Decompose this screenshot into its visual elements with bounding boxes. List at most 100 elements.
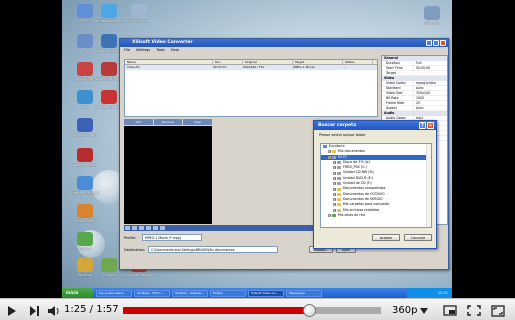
- desktop-icon[interactable]: Adobe Reader: [70, 148, 100, 167]
- property-name: Bit Rate: [382, 96, 414, 100]
- expand-icon: [467, 305, 481, 316]
- tree-scrollbar[interactable]: [426, 144, 431, 227]
- expand-icon[interactable]: +: [333, 166, 336, 170]
- quality-selector[interactable]: 360p: [392, 304, 430, 317]
- file-name: Video.flv: [127, 65, 140, 69]
- fullscreen-button[interactable]: [490, 304, 506, 317]
- desktop-icon-label: Adobe Reader: [72, 163, 98, 167]
- cancel-button[interactable]: Cancelar: [404, 234, 432, 241]
- taskbar-task[interactable]: Untitled - Snapsh...: [172, 289, 208, 297]
- menu-item[interactable]: Tools: [156, 48, 165, 52]
- expand-icon[interactable]: +: [328, 214, 331, 217]
- column-header[interactable]: Original: [243, 60, 293, 64]
- column-header[interactable]: Status: [343, 60, 373, 64]
- taskbar-task[interactable]: YouTube - FSP C...: [134, 289, 170, 297]
- folder-tree-item[interactable]: + Mis sitios de red: [321, 213, 431, 218]
- expand-icon[interactable]: +: [333, 176, 336, 180]
- desktop-icon[interactable]: Papelera: [417, 6, 447, 25]
- property-value: Full: [416, 61, 422, 65]
- property-name: Standard: [382, 86, 414, 90]
- expand-icon[interactable]: +: [328, 155, 331, 159]
- column-header[interactable]: Target: [293, 60, 343, 64]
- quality-label: 360p: [392, 305, 418, 316]
- expand-icon[interactable]: +: [333, 187, 336, 191]
- folder-tree[interactable]: Escritorio + Mis documentos + Mi PC + Disco de…: [320, 143, 432, 228]
- taskbar-task[interactable]: Xilisoft Video Co...: [248, 289, 284, 297]
- system-tray: 12:31: [407, 288, 452, 298]
- folder-icon: [337, 208, 341, 212]
- time-readout: 1:25 / 1:57: [64, 303, 119, 317]
- tool-icon[interactable]: [139, 226, 144, 230]
- video-player: Mi PCWindows Live MessengerQuick TimeMTV…: [0, 0, 515, 320]
- list-actions: Add Remove Clear: [124, 119, 213, 125]
- folder-tree-items: Escritorio + Mis documentos + Mi PC + Disco de…: [321, 144, 431, 218]
- close-icon[interactable]: [440, 40, 446, 46]
- desktop-icon[interactable]: Microsoft Word: [70, 118, 100, 137]
- desktop-icon-image: [131, 4, 147, 18]
- profile-select[interactable]: MPEG-1 Movie (*.mpg): [142, 234, 202, 241]
- expand-icon[interactable]: +: [328, 150, 331, 154]
- property-name: Duration: [382, 61, 414, 65]
- destination-input[interactable]: C:\Documents and Settings\BRUNO\Mis docu…: [148, 246, 278, 253]
- tool-icon[interactable]: [153, 226, 158, 230]
- next-button[interactable]: [28, 304, 40, 317]
- expand-icon[interactable]: +: [333, 192, 336, 196]
- desktop-icon[interactable]: Internet Explorer: [70, 176, 100, 195]
- desktop-icon-label: Windows Live Messenger: [94, 19, 124, 23]
- menu-item[interactable]: Settings: [136, 48, 150, 52]
- volume-button[interactable]: [46, 304, 60, 317]
- menu-item[interactable]: Help: [171, 48, 179, 52]
- tool-icon[interactable]: [146, 226, 151, 230]
- expand-icon[interactable]: +: [333, 198, 336, 202]
- taskbar-task[interactable]: Firefox: [210, 289, 246, 297]
- dialog-titlebar[interactable]: Buscar carpeta ? ✕: [314, 121, 436, 130]
- video-frame[interactable]: Mi PCWindows Live MessengerQuick TimeMTV…: [62, 0, 452, 295]
- popout-button[interactable]: [442, 304, 458, 317]
- file-list[interactable]: Name Dur. Original Target Status Video.flv 0…: [124, 59, 378, 117]
- tool-icon[interactable]: [125, 226, 130, 230]
- file-row[interactable]: Video.flv 00:03:07 640x360 / FLV MPEG-1 …: [125, 65, 377, 70]
- desktop-icon[interactable]: Windows Live Messenger: [94, 4, 124, 23]
- taskbar-task[interactable]: my-screen-team: [96, 289, 132, 297]
- converter-titlebar[interactable]: Xilisoft Video Converter: [120, 39, 448, 47]
- next-icon: [29, 305, 39, 316]
- desktop-icon[interactable]: Mozilla Firefox: [70, 204, 100, 223]
- menu-item[interactable]: File: [124, 48, 130, 52]
- scrubber-handle[interactable]: [303, 304, 316, 317]
- desktop-icon-image: [77, 258, 93, 272]
- player-controls: 1:25 / 1:57 360p: [0, 298, 515, 320]
- maximize-icon[interactable]: [433, 40, 439, 46]
- column-header[interactable]: Name: [125, 60, 213, 64]
- desktop-icon-image: [101, 258, 117, 272]
- progress-bar[interactable]: [123, 304, 381, 317]
- start-button[interactable]: Inicio: [62, 288, 94, 298]
- desktop-icon[interactable]: uTorrent: [70, 232, 100, 251]
- expand-icon[interactable]: +: [333, 208, 336, 212]
- list-action-button[interactable]: Add: [124, 119, 153, 125]
- expand-icon[interactable]: +: [333, 161, 336, 165]
- folder-icon: [332, 150, 336, 154]
- list-action-button[interactable]: Clear: [183, 119, 213, 125]
- large-player-button[interactable]: [466, 304, 482, 317]
- taskbar-task[interactable]: Messenger: [286, 289, 322, 297]
- tool-icon[interactable]: [160, 226, 165, 230]
- minimize-icon[interactable]: [426, 40, 432, 46]
- play-button[interactable]: [6, 304, 18, 317]
- desktop-icon-image: [77, 62, 93, 76]
- column-header[interactable]: Dur.: [213, 60, 243, 64]
- desktop-icon[interactable]: Quick Time: [124, 4, 154, 23]
- desktop-icon-label: Papelera: [424, 21, 440, 25]
- expand-icon[interactable]: +: [333, 182, 336, 186]
- accept-button[interactable]: Aceptar: [372, 234, 400, 241]
- close-icon[interactable]: ✕: [427, 122, 434, 129]
- list-action-button[interactable]: Remove: [153, 119, 183, 125]
- folder-icon: [337, 203, 341, 207]
- help-icon[interactable]: ?: [419, 122, 426, 129]
- file-target: MPEG-1 Movie: [293, 65, 315, 69]
- progress-fill: [123, 307, 310, 314]
- dialog-message: Please select output folder: [319, 133, 366, 137]
- expand-icon[interactable]: +: [333, 203, 336, 207]
- expand-icon[interactable]: +: [333, 171, 336, 175]
- tool-icon[interactable]: [132, 226, 137, 230]
- clock: 12:31: [437, 291, 448, 295]
